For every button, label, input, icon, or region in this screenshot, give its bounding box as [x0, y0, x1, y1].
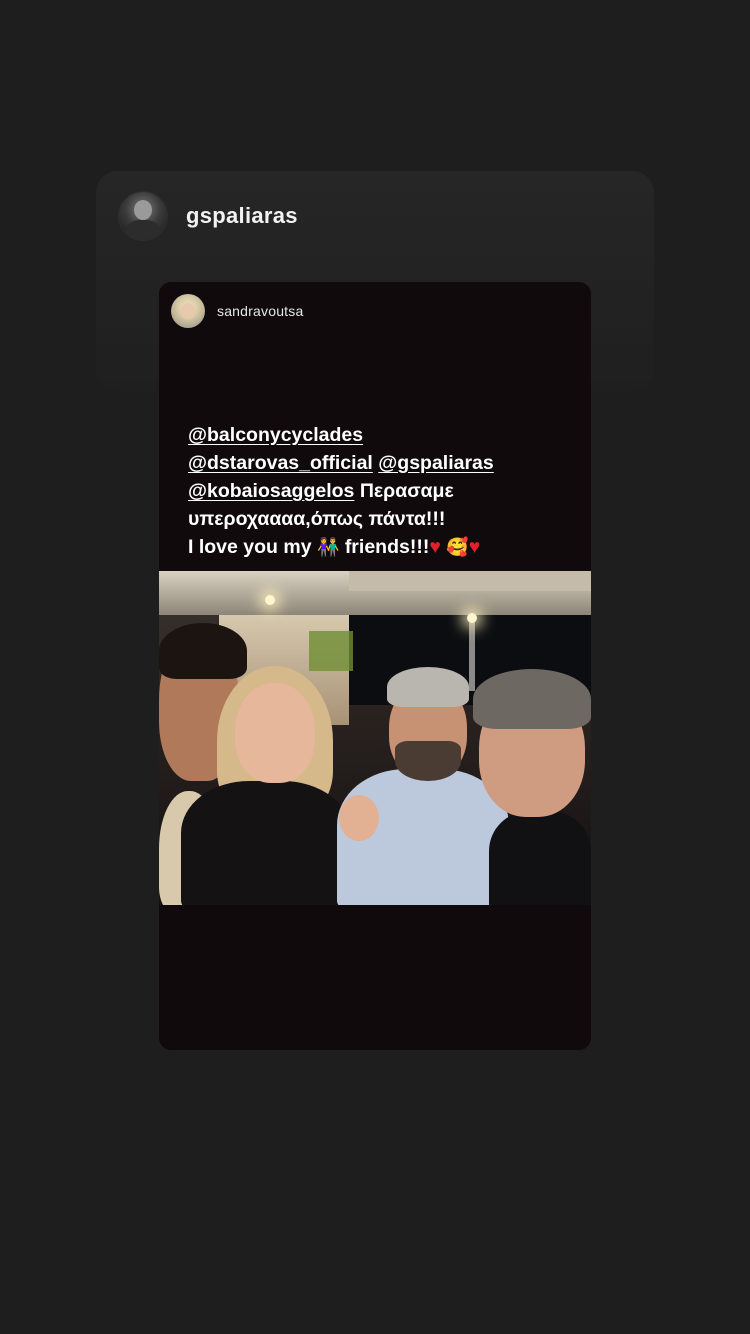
mention-link[interactable]: @gspaliaras	[378, 452, 494, 474]
avatar-head-shape	[134, 200, 152, 220]
person-1-hair	[159, 623, 247, 679]
person-2-head	[235, 683, 315, 783]
couple-emoji-icon: 👫	[316, 537, 340, 557]
story-header[interactable]: sandravoutsa	[171, 294, 303, 328]
photo-green-light	[309, 631, 353, 671]
person-3-hair	[387, 667, 469, 707]
person-2-body	[181, 781, 351, 905]
group-photo	[159, 571, 591, 905]
person-4-body	[489, 811, 591, 905]
person-4-hair	[473, 669, 591, 729]
mention-link[interactable]: @dstarovas_official	[188, 452, 373, 474]
caption-text: υπεροχαααα,όπως πάντα!!!	[188, 508, 446, 530]
hand-shape	[339, 795, 379, 841]
avatar-body-shape	[125, 220, 161, 240]
smiling-face-hearts-emoji-icon: 🥰	[446, 537, 469, 557]
photo-lamppost	[469, 621, 475, 691]
story-username[interactable]: sandravoutsa	[217, 303, 303, 319]
person-3-beard	[395, 741, 461, 781]
author-username[interactable]: gspaliaras	[186, 203, 298, 229]
avatar-face-shape	[181, 303, 195, 319]
mention-link[interactable]: @kobaiosaggelos	[188, 480, 354, 502]
heart-emoji-icon: ♥	[429, 536, 441, 558]
photo-lamp	[467, 613, 477, 623]
embedded-story-card[interactable]: sandravoutsa @balconycyclades @dstarovas…	[159, 282, 591, 1050]
caption-text: friends!!!	[344, 536, 430, 558]
heart-emoji-icon: ♥	[468, 536, 481, 558]
shared-post-author-row[interactable]: gspaliaras	[118, 187, 298, 245]
photo-beam	[349, 571, 591, 591]
story-caption: @balconycyclades @dstarovas_official @gs…	[188, 421, 578, 561]
mention-link[interactable]: @balconycyclades	[188, 424, 363, 446]
story-viewer-screen: gspaliaras sandravoutsa @balconycyclades…	[0, 0, 750, 1334]
caption-text: Περασαμε	[359, 480, 454, 502]
story-avatar[interactable]	[171, 294, 205, 328]
photo-lamp	[265, 595, 275, 605]
author-avatar[interactable]	[118, 191, 168, 241]
caption-text: I love you my	[188, 536, 312, 558]
